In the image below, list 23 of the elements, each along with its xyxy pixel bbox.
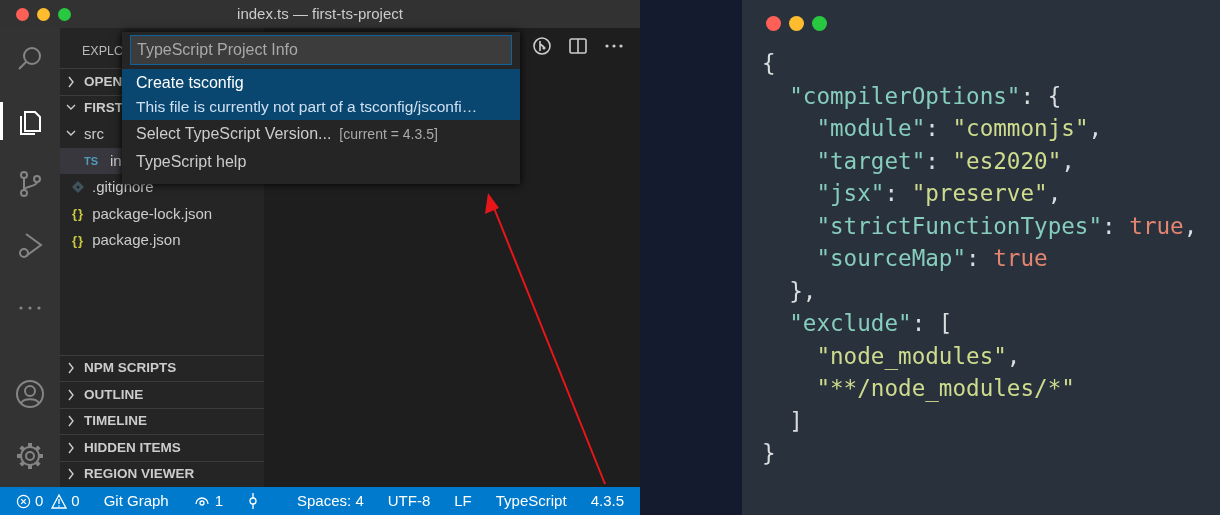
- code-line: "strictFunctionTypes": true,: [815, 211, 1199, 241]
- code-line: {: [762, 49, 777, 78]
- code-line: "compilerOptions": {: [788, 81, 1063, 111]
- json-file-icon: {}: [72, 230, 85, 250]
- sidebar-title: EXPLO: [82, 42, 124, 60]
- code-line: },: [788, 276, 818, 306]
- item-label: TypeScript help: [136, 152, 247, 173]
- code-line: "node_modules",: [815, 341, 1022, 372]
- code-line: "jsx": "preserve",: [815, 179, 1063, 208]
- json-file-icon: {}: [72, 204, 85, 224]
- item-label: Create tsconfig: [136, 73, 244, 93]
- item-description: [current = 4.3.5]: [339, 125, 438, 145]
- window-title: index.ts — first-ts-project: [237, 5, 403, 22]
- code-line: ]: [788, 406, 804, 436]
- item-detail: This file is currently not part of a tsconfig/jsconfi…: [136, 97, 479, 117]
- item-label: Select TypeScript Version...: [136, 124, 332, 145]
- code-line: "module": "commonjs",: [815, 114, 1104, 143]
- code-line: }: [762, 439, 777, 468]
- code-line: "target": "es2020",: [815, 146, 1076, 176]
- typescript-file-icon: TS: [84, 152, 102, 169]
- code-line: "**/node_modules/*": [815, 374, 1076, 404]
- code-line: "sourceMap": true: [815, 244, 1049, 273]
- code-line: "exclude": [: [788, 309, 954, 338]
